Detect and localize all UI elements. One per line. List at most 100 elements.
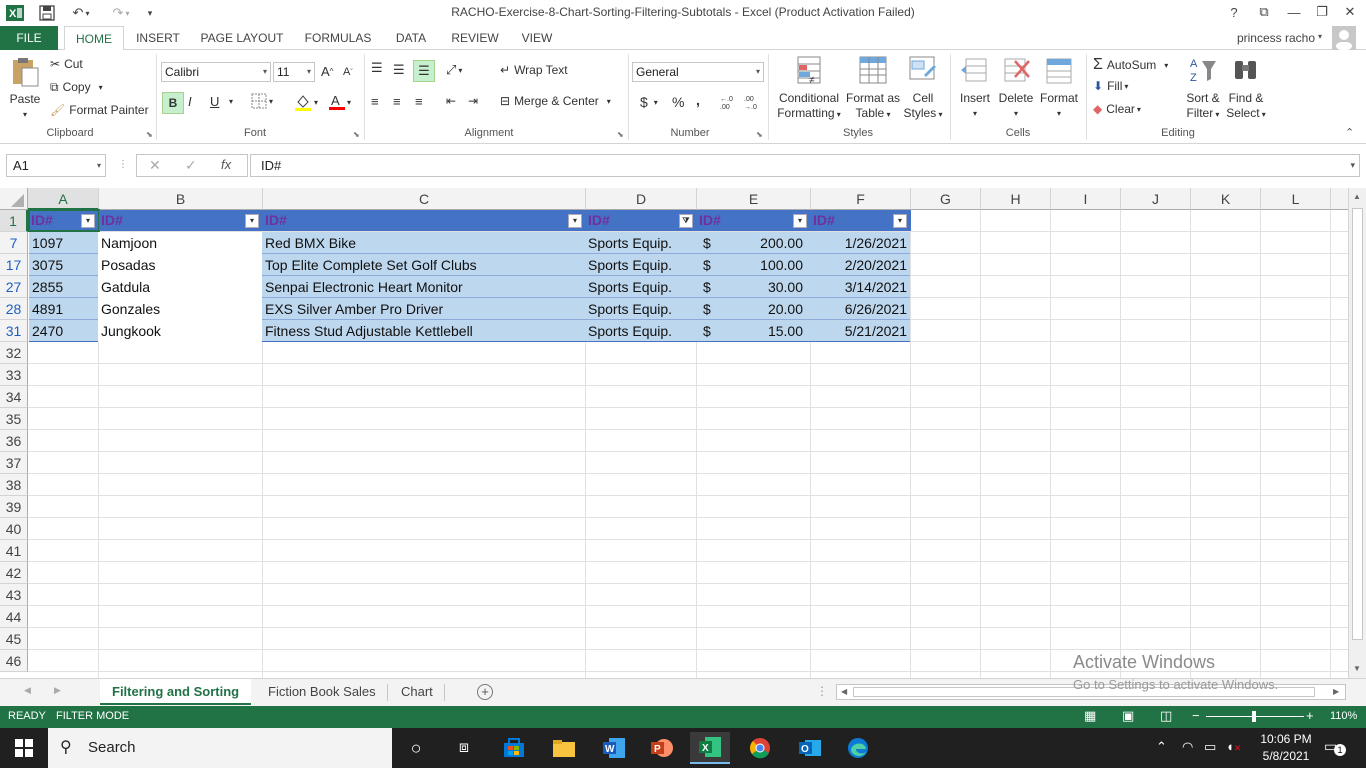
- chrome-icon[interactable]: [740, 732, 780, 764]
- row-header-32[interactable]: 32: [0, 342, 28, 364]
- cell-e17[interactable]: 100.00: [720, 254, 806, 276]
- increase-font-icon[interactable]: A ^: [321, 64, 333, 79]
- next-sheet-icon[interactable]: ▶: [54, 685, 61, 696]
- cell-e28[interactable]: 20.00: [720, 298, 806, 320]
- column-header-b[interactable]: B: [99, 188, 263, 210]
- format-as-table-button[interactable]: Format as Table ▾: [845, 55, 901, 122]
- row-header-35[interactable]: 35: [0, 408, 28, 430]
- avatar[interactable]: [1332, 26, 1356, 50]
- insert-cells-button[interactable]: Insert ▾: [955, 55, 995, 121]
- increase-decimal-icon[interactable]: ←.0.00: [720, 94, 738, 110]
- zoom-out-icon[interactable]: −: [1192, 708, 1200, 723]
- number-format-combo[interactable]: General ▾: [632, 62, 764, 82]
- row-header-38[interactable]: 38: [0, 474, 28, 496]
- row-header-7[interactable]: 7: [0, 232, 28, 254]
- underline-button[interactable]: U: [210, 94, 219, 109]
- cell-a27[interactable]: 2855: [29, 276, 99, 298]
- column-header-d[interactable]: D: [586, 188, 697, 210]
- name-box[interactable]: A1 ▾: [6, 154, 106, 177]
- zoom-slider-thumb[interactable]: [1252, 711, 1256, 722]
- fill-button[interactable]: ⬇ Fill ▾: [1093, 79, 1128, 93]
- column-header-c[interactable]: C: [263, 188, 586, 210]
- cell-f28[interactable]: 6/26/2021: [810, 298, 910, 320]
- cell-a17[interactable]: 3075: [29, 254, 99, 276]
- align-center-icon[interactable]: ≡: [393, 94, 401, 109]
- formula-input[interactable]: ID# ▾: [250, 154, 1360, 177]
- insert-function-icon[interactable]: fx: [221, 157, 231, 172]
- row-header-43[interactable]: 43: [0, 584, 28, 606]
- clear-button[interactable]: ◆ Clear ▾: [1093, 102, 1141, 116]
- decrease-indent-icon[interactable]: ⇤: [446, 94, 456, 108]
- show-hidden-icons[interactable]: ⌃: [1156, 739, 1167, 755]
- filter-dropdown-icon[interactable]: ▾: [245, 214, 259, 228]
- file-explorer-icon[interactable]: [544, 732, 584, 764]
- row-header-33[interactable]: 33: [0, 364, 28, 386]
- align-right-icon[interactable]: ≡: [415, 94, 423, 109]
- outlook-icon[interactable]: O: [790, 732, 830, 764]
- font-size-combo[interactable]: 11 ▾: [273, 62, 315, 82]
- page-layout-view-icon[interactable]: ▣: [1122, 708, 1134, 724]
- column-header-f[interactable]: F: [811, 188, 911, 210]
- align-bottom-icon[interactable]: ☰: [413, 60, 435, 82]
- format-cells-button[interactable]: Format ▾: [1037, 55, 1081, 121]
- cell-a28[interactable]: 4891: [29, 298, 99, 320]
- column-header-l[interactable]: L: [1261, 188, 1331, 210]
- filter-dropdown-icon[interactable]: ▾: [793, 214, 807, 228]
- row-header-45[interactable]: 45: [0, 628, 28, 650]
- tab-splitter-icon[interactable]: ⋮: [816, 684, 828, 698]
- page-break-view-icon[interactable]: ◫: [1160, 708, 1172, 724]
- scroll-right-icon[interactable]: ▶: [1333, 687, 1339, 696]
- cell-b17[interactable]: Posadas: [98, 254, 262, 276]
- row-header-46[interactable]: 46: [0, 650, 28, 672]
- cell-d27[interactable]: Sports Equip.: [585, 276, 696, 298]
- cell-d31[interactable]: Sports Equip.: [585, 320, 696, 342]
- percent-button[interactable]: %: [672, 94, 684, 110]
- cell-f31[interactable]: 5/21/2021: [810, 320, 910, 342]
- wrap-text-button[interactable]: ↵ Wrap Text: [500, 63, 568, 77]
- column-header-k[interactable]: K: [1191, 188, 1261, 210]
- edge-icon[interactable]: [838, 732, 878, 764]
- row-header-1[interactable]: 1: [0, 210, 28, 232]
- font-color-icon[interactable]: A ▾: [329, 93, 351, 111]
- tab-formulas[interactable]: FORMULAS: [298, 26, 378, 50]
- clock[interactable]: 10:06 PM 5/8/2021: [1256, 731, 1316, 765]
- tab-home[interactable]: HOME: [64, 26, 124, 51]
- number-launcher-icon[interactable]: ⬊: [756, 130, 763, 139]
- align-left-icon[interactable]: ≡: [371, 94, 379, 109]
- minimize-icon[interactable]: —: [1280, 2, 1308, 22]
- row-header-42[interactable]: 42: [0, 562, 28, 584]
- cell-b7[interactable]: Namjoon: [98, 232, 262, 254]
- paste-button[interactable]: Paste ▾: [6, 56, 44, 122]
- cell-d28[interactable]: Sports Equip.: [585, 298, 696, 320]
- column-header-h[interactable]: H: [981, 188, 1051, 210]
- conditional-formatting-button[interactable]: ≠ Conditional Formatting ▾: [774, 55, 844, 122]
- tab-file[interactable]: FILE: [0, 26, 58, 50]
- scroll-down-icon[interactable]: ▼: [1353, 664, 1361, 673]
- zoom-in-icon[interactable]: +: [1306, 708, 1314, 723]
- row-header-28[interactable]: 28: [0, 298, 28, 320]
- battery-icon[interactable]: ▭: [1204, 739, 1216, 755]
- alignment-launcher-icon[interactable]: ⬊: [617, 130, 624, 139]
- row-header-31[interactable]: 31: [0, 320, 28, 342]
- sheet-tab-fiction-book-sales[interactable]: Fiction Book Sales: [256, 679, 388, 705]
- network-icon[interactable]: ◠: [1182, 739, 1193, 755]
- cell-f27[interactable]: 3/14/2021: [810, 276, 910, 298]
- increase-indent-icon[interactable]: ⇥: [468, 94, 478, 108]
- cell-c28[interactable]: EXS Silver Amber Pro Driver: [262, 298, 585, 320]
- scroll-up-icon[interactable]: ▲: [1353, 192, 1361, 201]
- vertical-scrollbar[interactable]: ▲ ▼: [1348, 188, 1366, 678]
- table-header-cell-e[interactable]: ID# ▾: [697, 210, 811, 231]
- tab-insert[interactable]: INSERT: [130, 26, 186, 50]
- fill-color-icon[interactable]: ▾: [294, 93, 318, 111]
- merge-center-button[interactable]: ⊟ Merge & Center ▾: [500, 94, 611, 108]
- row-header-34[interactable]: 34: [0, 386, 28, 408]
- decrease-font-icon[interactable]: Aˇ: [343, 66, 353, 78]
- cell-d17[interactable]: Sports Equip.: [585, 254, 696, 276]
- table-header-cell-c[interactable]: ID# ▾: [263, 210, 586, 231]
- delete-cells-button[interactable]: Delete ▾: [996, 55, 1036, 121]
- normal-view-icon[interactable]: ▦: [1084, 708, 1096, 724]
- currency-button[interactable]: $ ▾: [640, 94, 658, 110]
- cancel-icon[interactable]: ✕: [149, 157, 161, 174]
- copy-button[interactable]: ⧉ Copy ▾: [50, 78, 103, 96]
- table-header-cell-f[interactable]: ID# ▾: [811, 210, 911, 231]
